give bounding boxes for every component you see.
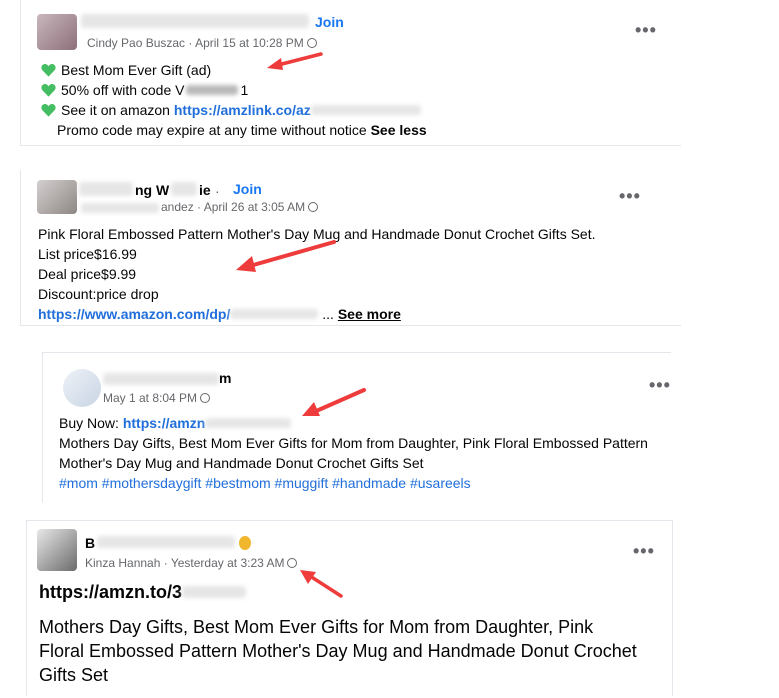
post-text: Mothers Day Gifts, Best Mom Ever Gifts f… [39,617,637,685]
avatar[interactable] [37,180,77,214]
poster-name[interactable]: m [219,370,231,386]
more-options-icon[interactable]: ••• [635,20,657,41]
amazon-link[interactable]: https://amzn [123,415,205,431]
post-line: Mother's Day Mug and Handmade Donut Croc… [59,455,424,471]
red-arrow-annotation [267,52,323,70]
post-time[interactable]: May 1 at 8:04 PM [103,391,197,405]
post-meta: andez · April 26 at 3:05 AM [161,200,319,214]
more-options-icon[interactable]: ••• [649,375,671,396]
author-name[interactable]: Cindy Pao Buszac [87,36,185,50]
group-name-tail[interactable]: ie [199,182,211,198]
author-name[interactable]: Kinza Hannah [85,556,160,570]
post-line: Mothers Day Gifts, Best Mom Ever Gifts f… [59,435,648,451]
post-meta: Cindy Pao Buszac · April 15 at 10:28 PM [87,36,317,50]
post-line: Discount:price drop [38,286,159,302]
post-card-3: m May 1 at 8:04 PM ••• Buy Now: https://… [42,352,671,503]
medal-emoji-icon [239,536,251,550]
see-less-link[interactable]: See less [371,122,427,138]
see-more-link[interactable]: See more [338,306,401,322]
blurred-link [310,105,421,115]
more-options-icon[interactable]: ••• [633,541,655,562]
post-meta: Kinza Hannah · Yesterday at 3:23 AM [85,556,298,570]
join-link[interactable]: Join [315,14,344,30]
group-name[interactable]: ng W [135,182,169,198]
blurred-group-name [79,182,133,196]
post-card-1: Join Cindy Pao Buszac · April 15 at 10:2… [20,0,681,146]
post-line: Promo code may expire at any time withou… [57,122,427,138]
post-line: List price$16.99 [38,246,137,262]
blurred-link [230,309,319,319]
blurred-name [103,373,219,385]
globe-icon [308,202,319,212]
avatar[interactable] [37,14,77,50]
blurred-group-name [81,14,309,28]
post-card-2: ng W ie · Join andez · April 26 at 3:05 … [20,170,681,326]
blurred-link [205,418,292,428]
post-link[interactable]: https://amzn.to/3 [39,582,246,603]
red-arrow-annotation [302,388,366,416]
page-name[interactable]: B [85,535,95,551]
green-heart-icon [41,64,56,77]
green-heart-icon [41,84,56,97]
post-line: Deal price$9.99 [38,266,137,282]
avatar[interactable] [37,529,77,571]
post-meta: May 1 at 8:04 PM [103,391,211,405]
red-arrow-annotation [236,240,336,272]
green-heart-icon [41,104,56,117]
post-line: See it on amazon https://amzlink.co/az [41,102,421,118]
globe-icon [287,558,298,568]
red-arrow-annotation [300,570,343,598]
join-link[interactable]: Join [233,181,262,197]
blurred-link [182,586,246,598]
amazon-link[interactable]: https://amzlink.co/az [174,102,311,118]
blurred-author [81,203,159,213]
post-time[interactable]: April 15 at 10:28 PM [195,36,304,50]
blurred-page-name [97,536,235,548]
post-line: 50% off with code V1 [41,82,248,98]
post-time[interactable]: April 26 at 3:05 AM [204,200,305,214]
blurred-group-name [171,182,197,196]
blurred-code [186,85,239,95]
post-line: https://www.amazon.com/dp/ ... See more [38,306,401,322]
hashtags[interactable]: #mom #mothersdaygift #bestmom #muggift #… [59,475,471,491]
amazon-link[interactable]: https://www.amazon.com/dp/ [38,306,230,322]
post-line: Buy Now: https://amzn [59,415,292,431]
post-card-4: B Kinza Hannah · Yesterday at 3:23 AM ••… [26,520,673,696]
globe-icon [200,393,211,403]
author-name[interactable]: andez [161,200,194,214]
post-time[interactable]: Yesterday at 3:23 AM [171,556,285,570]
more-options-icon[interactable]: ••• [619,186,641,207]
avatar[interactable] [63,369,101,407]
globe-icon [306,38,317,48]
post-line: Best Mom Ever Gift (ad) [41,62,211,78]
